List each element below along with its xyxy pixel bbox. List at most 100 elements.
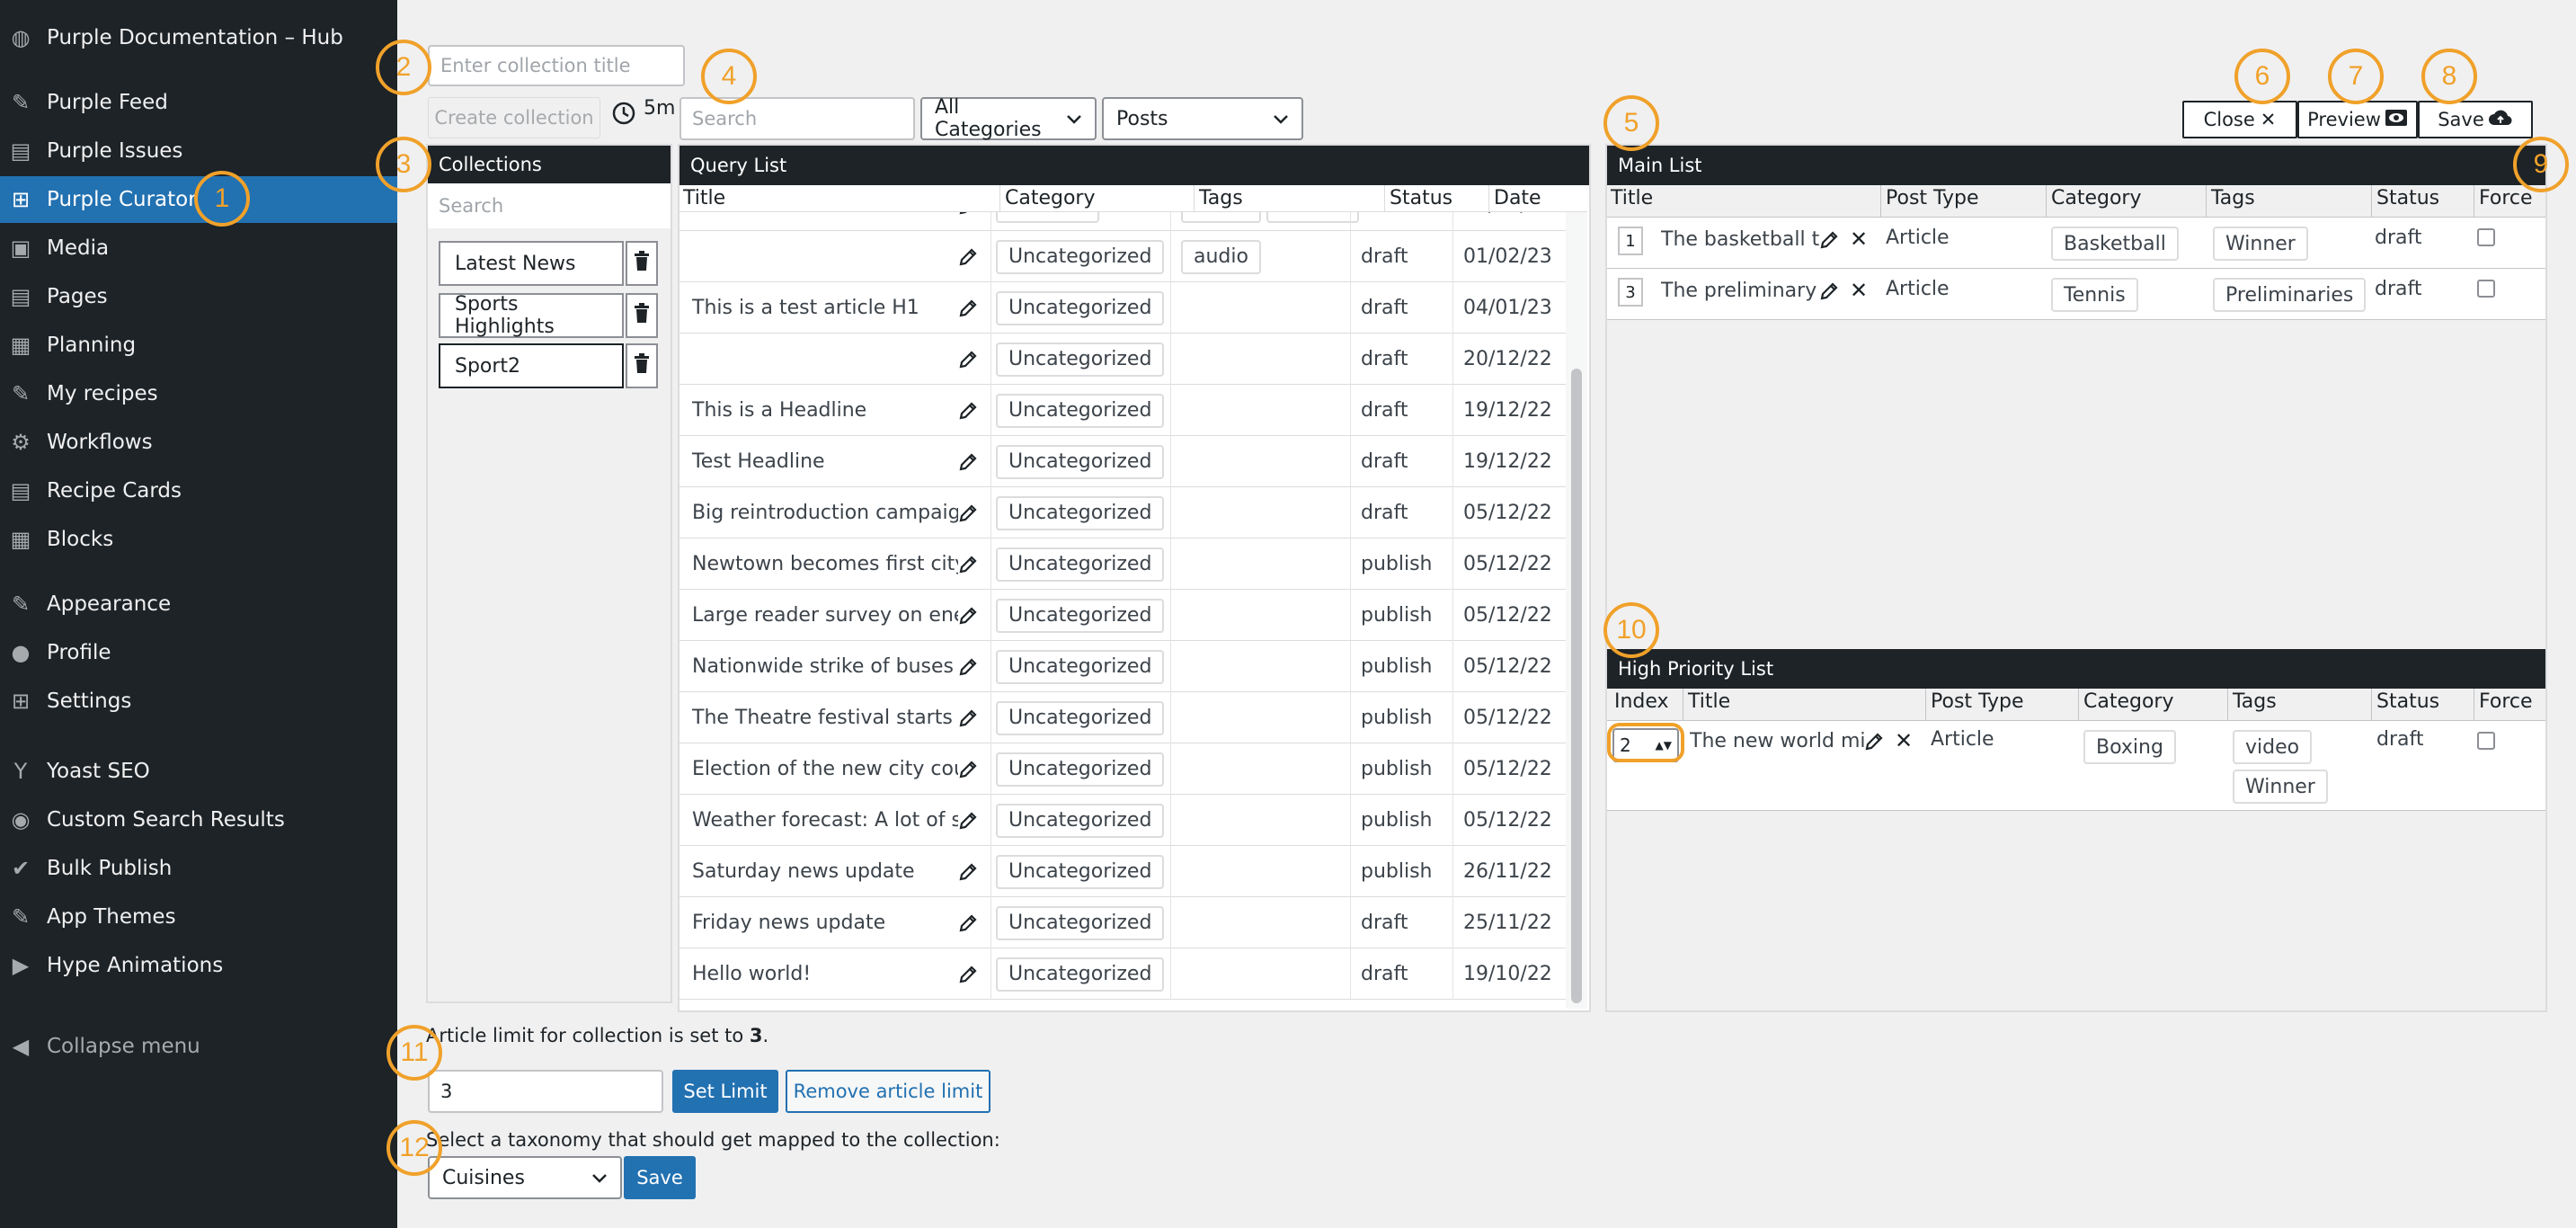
column-title[interactable]: Title [1688, 690, 1730, 713]
article-limit-input[interactable]: 3 [428, 1070, 663, 1113]
table-row[interactable]: Uncategorized audio draft 01/02/23 [680, 231, 1566, 282]
force-checkbox[interactable] [2477, 280, 2495, 298]
table-row[interactable]: This is a test article H1 Uncategorized dr… [680, 282, 1566, 334]
column-index[interactable]: Index [1614, 690, 1669, 713]
force-checkbox[interactable] [2477, 228, 2495, 246]
delete-collection-button[interactable] [626, 343, 658, 388]
edit-pencil-icon[interactable] [958, 692, 985, 743]
column-title[interactable]: Title [1611, 187, 1653, 209]
edit-pencil-icon[interactable] [958, 538, 985, 590]
column-tags[interactable]: Tags [2233, 690, 2277, 713]
remove-x-icon[interactable]: ✕ [1850, 278, 1868, 303]
edit-pencil-icon[interactable] [958, 948, 985, 1000]
query-column-status[interactable]: Status [1390, 187, 1452, 209]
query-column-category[interactable]: Category [1005, 187, 1096, 209]
column-status[interactable]: Status [2376, 690, 2439, 713]
edit-pencil-icon[interactable] [958, 231, 985, 282]
table-row[interactable]: Friday news update Uncategorized draft 25/1… [680, 897, 1566, 948]
sidebar-item-hype-animations[interactable]: ▶ Hype Animations [0, 942, 397, 989]
collection-item[interactable]: Sport2 [439, 343, 624, 388]
query-column-date[interactable]: Date [1494, 187, 1541, 209]
edit-pencil-icon[interactable] [958, 436, 985, 487]
sidebar-item-settings[interactable]: ⊞ Settings [0, 678, 397, 725]
edit-pencil-icon[interactable] [958, 641, 985, 692]
preview-button[interactable]: Preview [2297, 101, 2418, 138]
column-status[interactable]: Status [2376, 187, 2439, 209]
column-category[interactable]: Category [2083, 690, 2174, 713]
collapse-menu-button[interactable]: ◀ Collapse menu [0, 1023, 397, 1070]
column-post-type[interactable]: Post Type [1931, 690, 2024, 713]
table-row[interactable]: Saturday news update Uncategorized publish… [680, 846, 1566, 897]
sidebar-item-custom-search-results[interactable]: ◉ Custom Search Results [0, 796, 397, 843]
row-index[interactable]: 3 [1618, 278, 1643, 307]
table-row[interactable]: Big reintroduction campaign Uncategorized… [680, 487, 1566, 538]
table-row[interactable]: Newtown becomes first city Uncategorized p… [680, 538, 1566, 590]
close-button[interactable]: Close ✕ [2182, 101, 2297, 138]
edit-pencil-icon[interactable] [958, 487, 985, 538]
edit-pencil-icon[interactable] [958, 897, 985, 948]
query-search-input[interactable]: Search [680, 97, 915, 140]
edit-pencil-icon[interactable] [958, 795, 985, 846]
sidebar-item-appearance[interactable]: ✎ Appearance [0, 581, 397, 627]
create-collection-button[interactable]: Create collection [428, 97, 600, 138]
sidebar-item-bulk-publish[interactable]: ✔ Bulk Publish [0, 845, 397, 892]
edit-pencil-icon[interactable] [1864, 732, 1884, 757]
sidebar-item-workflows[interactable]: ⚙ Workflows [0, 419, 397, 466]
collections-search-input[interactable]: Search [428, 183, 671, 228]
edit-pencil-icon[interactable] [958, 590, 985, 641]
sidebar-item-purple-feed[interactable]: ✎ Purple Feed [0, 79, 397, 126]
collection-item[interactable]: Sports Highlights [439, 293, 624, 338]
collection-title-input[interactable]: Enter collection title [428, 45, 685, 86]
table-row[interactable]: The Theatre festival starts th Uncategori… [680, 692, 1566, 743]
edit-pencil-icon[interactable] [958, 282, 985, 334]
edit-pencil-icon[interactable] [958, 385, 985, 436]
sidebar-item-my-recipes[interactable]: ✎ My recipes [0, 370, 397, 417]
query-list-scrollbar[interactable] [1566, 212, 1587, 1009]
column-post-type[interactable]: Post Type [1886, 187, 1979, 209]
force-checkbox[interactable] [2477, 732, 2495, 750]
column-category[interactable]: Category [2051, 187, 2142, 209]
remove-article-limit-button[interactable]: Remove article limit [786, 1070, 990, 1113]
delete-collection-button[interactable] [626, 241, 658, 286]
table-row[interactable]: The football team was able t Football audi… [680, 212, 1566, 231]
sidebar-item-blocks[interactable]: ▦ Blocks [0, 516, 397, 563]
sidebar-item-recipe-cards[interactable]: ▤ Recipe Cards [0, 467, 397, 514]
table-row[interactable]: Election of the new city cour Uncategoriz… [680, 743, 1566, 795]
sidebar-item-profile[interactable]: ● Profile [0, 629, 397, 676]
taxonomy-select[interactable]: Cuisines [428, 1156, 622, 1199]
query-column-tags[interactable]: Tags [1199, 187, 1243, 209]
edit-pencil-icon[interactable] [958, 743, 985, 795]
edit-pencil-icon[interactable] [958, 846, 985, 897]
row-index[interactable]: 1 [1618, 227, 1643, 255]
edit-pencil-icon[interactable] [958, 212, 985, 231]
query-column-title[interactable]: Title [683, 187, 725, 209]
edit-pencil-icon[interactable] [1819, 281, 1839, 307]
table-row[interactable]: This is a Headline Uncategorized draft 19/1… [680, 385, 1566, 436]
sidebar-item-purple-issues[interactable]: ▤ Purple Issues [0, 128, 397, 174]
sidebar-item-purple-documentation-hub[interactable]: ◍ Purple Documentation – Hub [0, 14, 397, 61]
delete-collection-button[interactable] [626, 293, 658, 338]
set-limit-button[interactable]: Set Limit [672, 1070, 778, 1113]
edit-pencil-icon[interactable] [1819, 230, 1839, 255]
sidebar-item-media[interactable]: ▣ Media [0, 225, 397, 271]
column-force[interactable]: Force [2479, 187, 2533, 209]
save-collection-button[interactable]: Save [2418, 101, 2533, 138]
table-row[interactable]: Large reader survey on ener Uncategorized… [680, 590, 1566, 641]
remove-x-icon[interactable]: ✕ [1895, 728, 1913, 753]
taxonomy-save-button[interactable]: Save [624, 1156, 696, 1199]
query-list-body[interactable]: The football team was able t Football audi… [680, 212, 1566, 1009]
column-force[interactable]: Force [2479, 690, 2533, 713]
table-row[interactable]: Hello world! Uncategorized draft 19/10/22 [680, 948, 1566, 1000]
scrollbar-thumb[interactable] [1571, 369, 1582, 1003]
table-row[interactable]: Test Headline Uncategorized draft 19/12/22 [680, 436, 1566, 487]
sidebar-item-planning[interactable]: ▦ Planning [0, 322, 397, 369]
category-select[interactable]: All Categories [920, 96, 1097, 141]
sidebar-item-pages[interactable]: ▤ Pages [0, 273, 397, 320]
sidebar-item-yoast-seo[interactable]: Y Yoast SEO [0, 748, 397, 795]
sidebar-item-app-themes[interactable]: ✎ App Themes [0, 894, 397, 940]
table-row[interactable]: Uncategorized draft 20/12/22 [680, 334, 1566, 385]
table-row[interactable]: Nationwide strike of buses a Uncategorize… [680, 641, 1566, 692]
column-tags[interactable]: Tags [2211, 187, 2255, 209]
collection-item[interactable]: Latest News [439, 241, 624, 286]
edit-pencil-icon[interactable] [958, 334, 985, 385]
